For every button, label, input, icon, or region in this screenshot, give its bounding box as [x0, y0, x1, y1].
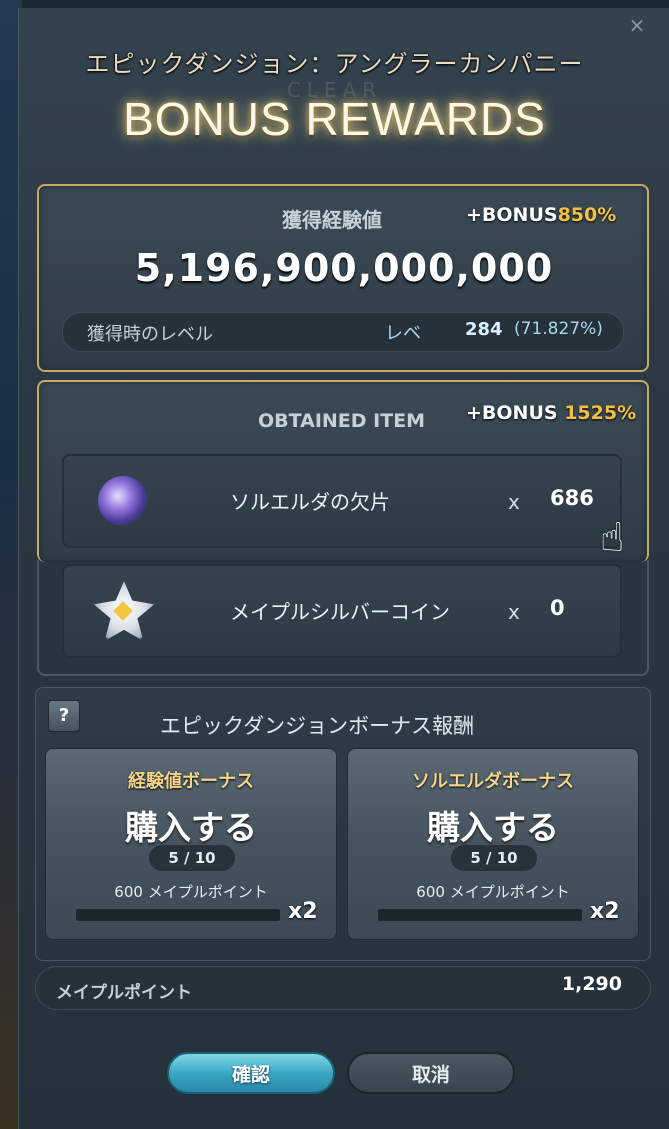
obtained-item-label: OBTAINED ITEM — [258, 410, 426, 432]
maple-points-label: メイプルポイント — [56, 983, 192, 1003]
item-multiplier: x — [508, 490, 520, 514]
bonus-percent: 850% — [557, 204, 617, 226]
exp-value: 5,196,900,000,000 — [134, 246, 554, 290]
confirm-button[interactable]: 確認 — [167, 1052, 335, 1094]
purchase-count: 5 / 10 — [451, 845, 537, 871]
item-quantity: 0 — [550, 596, 565, 620]
item-row[interactable]: メイプルシルバーコイン x 0 — [62, 564, 622, 658]
cancel-button[interactable]: 取消 — [347, 1052, 515, 1094]
page-title: BONUS REWARDS — [123, 93, 546, 145]
sol-erda-fragment-icon — [98, 476, 148, 526]
sol-erda-bonus-card[interactable]: ソルエルダボーナス 購入する 5 / 10 600 メイプルポイント x2 — [347, 748, 639, 940]
hand-cursor-icon: ☝ — [600, 515, 625, 561]
epic-bonus-label: エピックダンジョンボーナス報酬 — [160, 714, 475, 738]
item-quantity: 686 — [550, 486, 594, 510]
card-title: 経験値ボーナス — [128, 771, 254, 792]
level-number: 284 — [465, 319, 503, 340]
item-name: メイプルシルバーコイン — [230, 600, 450, 624]
item-row[interactable]: ソルエルダの欠片 x 686 — [62, 454, 622, 548]
item-name: ソルエルダの欠片 — [230, 490, 390, 514]
level-word: レベ — [385, 323, 421, 344]
help-button[interactable]: ? — [48, 700, 80, 732]
maple-points-row: メイプルポイント 1,290 — [35, 966, 651, 1010]
level-row: 獲得時のレベル レベ 284 (71.827%) — [62, 312, 624, 352]
level-percent: (71.827%) — [514, 319, 603, 339]
purchase-count: 5 / 10 — [149, 845, 235, 871]
card-title: ソルエルダボーナス — [412, 771, 574, 792]
progress-bar — [76, 909, 280, 921]
maple-points-value: 1,290 — [561, 973, 622, 995]
dungeon-title: エピックダンジョン：アングラーカンパニー — [85, 50, 584, 78]
bonus-percent: 1525% — [564, 402, 637, 424]
card-multiplier: x2 — [590, 899, 620, 924]
level-label: 獲得時のレベル — [87, 324, 213, 345]
close-icon[interactable]: × — [626, 14, 648, 36]
item-multiplier: x — [508, 600, 520, 624]
buy-button[interactable]: 購入する — [348, 801, 638, 849]
exp-bonus-card[interactable]: 経験値ボーナス 購入する 5 / 10 600 メイプルポイント x2 — [45, 748, 337, 940]
card-multiplier: x2 — [288, 899, 318, 924]
progress-bar — [378, 909, 582, 921]
item-bonus-badge: +BONUS 1525% — [466, 402, 636, 424]
bonus-prefix: +BONUS — [466, 204, 558, 226]
bonus-prefix: +BONUS — [466, 402, 558, 424]
exp-label: 獲得経験値 — [282, 208, 382, 232]
exp-bonus-badge: +BONUS850% — [466, 204, 616, 226]
buy-button[interactable]: 購入する — [46, 801, 336, 849]
